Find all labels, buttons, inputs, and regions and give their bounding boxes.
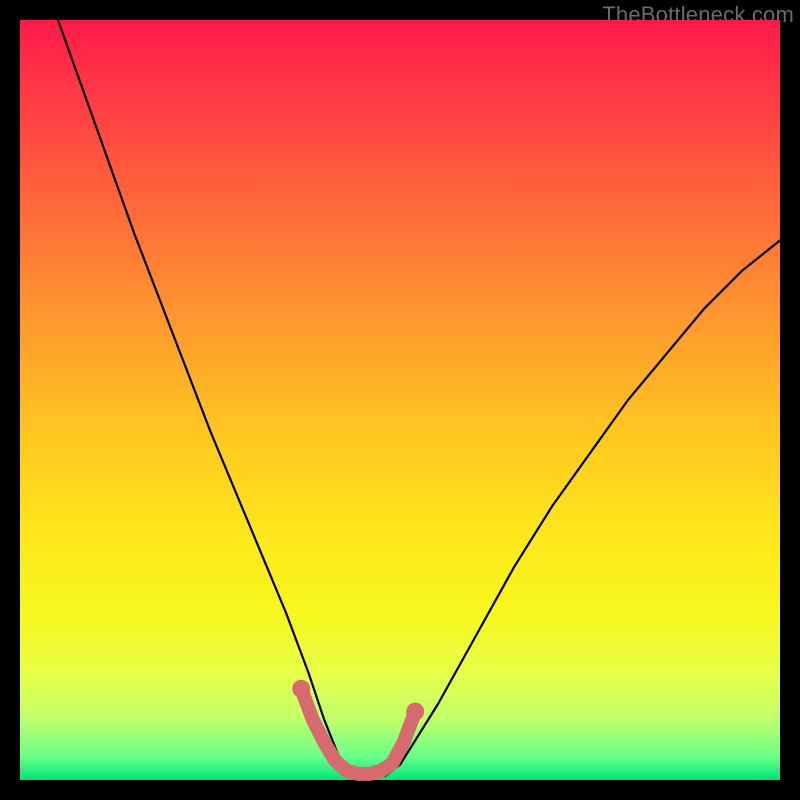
chart-frame: TheBottleneck.com: [0, 0, 800, 800]
highlight-dot: [406, 703, 424, 721]
highlight-dot: [292, 680, 310, 698]
bottleneck-curve-path: [58, 20, 780, 776]
chart-svg: [20, 20, 780, 780]
plot-area: [20, 20, 780, 780]
